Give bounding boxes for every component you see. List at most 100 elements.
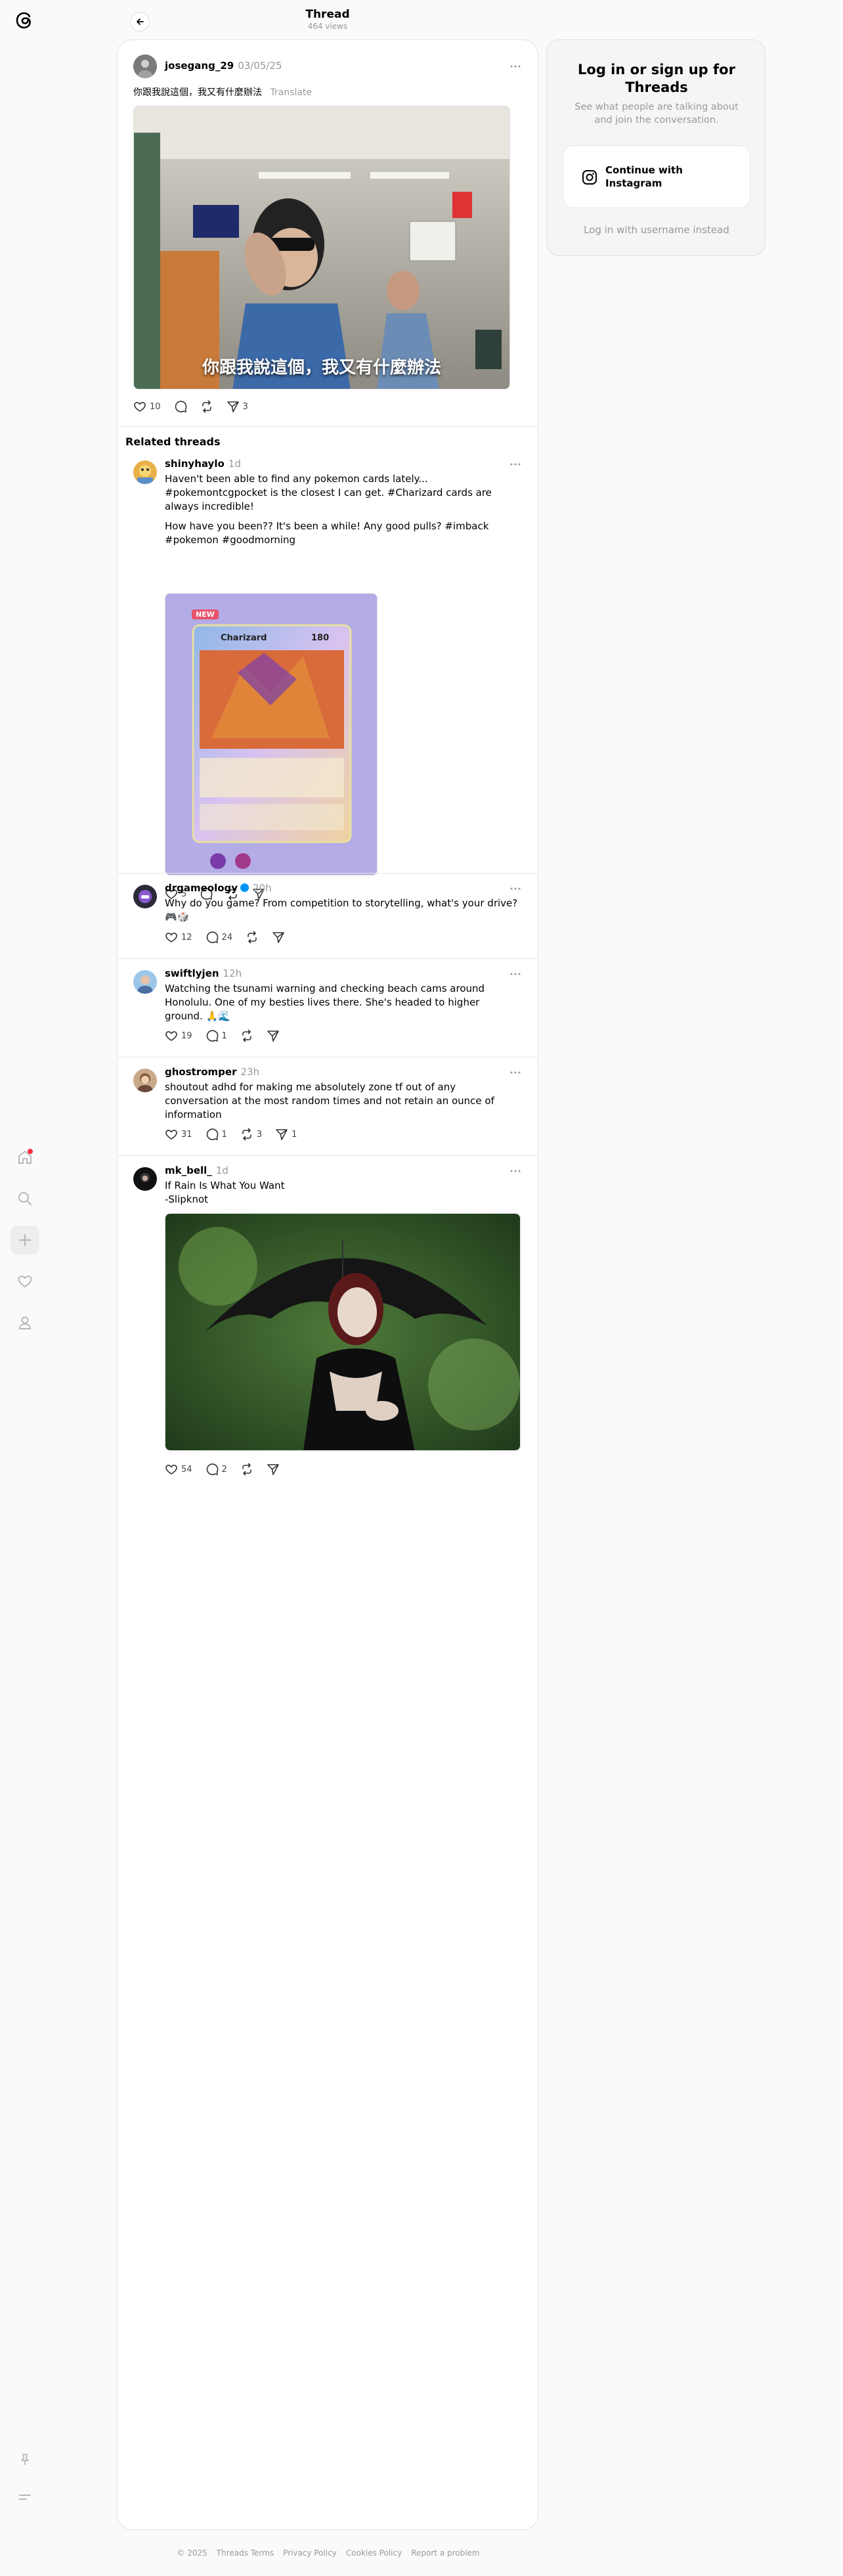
- share-button[interactable]: [272, 931, 285, 944]
- nav-activity-icon[interactable]: [11, 1267, 39, 1296]
- reply-button[interactable]: 1: [205, 1029, 227, 1042]
- post-text: 你跟我說這個，我又有什麼辦法: [133, 87, 262, 98]
- login-subtitle: See what people are talking about and jo…: [574, 102, 739, 125]
- divider: [118, 426, 538, 427]
- like-button[interactable]: 19: [165, 1029, 192, 1042]
- send-icon: [227, 401, 239, 412]
- more-options-icon[interactable]: [509, 1067, 522, 1078]
- translate-link[interactable]: Translate: [270, 87, 312, 98]
- share-button[interactable]: [267, 1463, 280, 1476]
- post-video[interactable]: 你跟我說這個，我又有什麼辦法: [133, 106, 510, 389]
- like-button[interactable]: 12: [165, 931, 192, 944]
- heart-icon: [134, 402, 146, 412]
- pin-icon[interactable]: [11, 2445, 39, 2474]
- reply-count: 24: [221, 932, 233, 943]
- repost-button[interactable]: [246, 931, 259, 944]
- avatar[interactable]: [133, 885, 157, 908]
- footer-link-cookies[interactable]: Cookies Policy: [346, 2548, 402, 2558]
- video-caption: 你跟我說這個，我又有什麼辦法: [202, 358, 441, 378]
- repost-count: 3: [256, 1129, 263, 1140]
- avatar[interactable]: [133, 970, 157, 994]
- list-item: drgameology 20h Why do you game? From com…: [118, 878, 538, 957]
- send-icon: [272, 932, 284, 943]
- more-options-icon[interactable]: [509, 969, 522, 979]
- copyright: © 2025: [177, 2548, 207, 2558]
- comment-icon: [206, 1030, 218, 1042]
- nav-profile-icon[interactable]: [11, 1308, 39, 1337]
- thread-header: Thread 464 views: [117, 8, 538, 38]
- username[interactable]: mk_bell_: [165, 1165, 212, 1176]
- login-title: Log in or sign up for Threads: [578, 62, 735, 95]
- card-name: Charizard: [221, 633, 267, 643]
- comment-icon: [206, 1463, 218, 1475]
- share-button[interactable]: 1: [275, 1128, 297, 1141]
- repost-button[interactable]: [240, 1463, 253, 1476]
- repost-icon: [242, 1029, 251, 1042]
- nav-search-icon[interactable]: [11, 1184, 39, 1213]
- more-options-icon[interactable]: [509, 1166, 522, 1176]
- heart-icon: [165, 1031, 177, 1041]
- like-button[interactable]: 31: [165, 1128, 192, 1141]
- reply-button[interactable]: [174, 400, 187, 413]
- post-text: shoutout adhd for making me absolutely z…: [165, 1081, 494, 1121]
- repost-icon: [242, 1128, 251, 1141]
- post-image[interactable]: [165, 1213, 521, 1451]
- menu-icon[interactable]: [11, 2483, 39, 2512]
- heart-icon: [165, 1465, 177, 1475]
- share-button[interactable]: [267, 1029, 280, 1042]
- like-button[interactable]: 54: [165, 1463, 192, 1476]
- username[interactable]: josegang_29: [165, 60, 234, 72]
- nav-home-icon[interactable]: [11, 1143, 39, 1172]
- username[interactable]: ghostromper: [165, 1066, 236, 1078]
- divider: [118, 1155, 538, 1156]
- more-options-icon[interactable]: [509, 459, 522, 470]
- login-panel: Log in or sign up for Threads See what p…: [546, 39, 766, 256]
- gothic-portrait-image: [165, 1214, 520, 1450]
- send-icon: [276, 1129, 288, 1140]
- list-item: swiftlyjen 12h Watching the tsunami warni…: [118, 964, 538, 1055]
- list-item: shinyhaylo 1d Haven't been able to find a…: [118, 454, 538, 914]
- video-frame-image: [134, 106, 509, 389]
- avatar[interactable]: [133, 55, 157, 78]
- reply-button[interactable]: 2: [205, 1463, 227, 1476]
- repost-button[interactable]: [200, 400, 213, 413]
- more-options-icon[interactable]: [509, 883, 522, 894]
- comment-icon: [175, 401, 186, 412]
- comment-icon: [206, 931, 218, 943]
- view-count: 464 views: [307, 22, 348, 31]
- avatar[interactable]: [133, 1167, 157, 1191]
- repost-button[interactable]: [240, 1029, 253, 1042]
- like-count: 19: [181, 1031, 192, 1041]
- username[interactable]: shinyhaylo: [165, 458, 225, 470]
- post-image[interactable]: NEW Charizard 180: [165, 593, 378, 876]
- threads-logo-icon[interactable]: [12, 9, 36, 32]
- card-hp: 180: [311, 633, 330, 643]
- reply-button[interactable]: 1: [205, 1128, 227, 1141]
- username-login-link[interactable]: Log in with username instead: [547, 224, 766, 236]
- username[interactable]: swiftlyjen: [165, 967, 219, 979]
- footer-link-terms[interactable]: Threads Terms: [217, 2548, 274, 2558]
- related-threads-heading: Related threads: [125, 435, 221, 448]
- more-options-icon[interactable]: [509, 61, 522, 72]
- nav-create-icon[interactable]: [11, 1226, 39, 1255]
- avatar[interactable]: [133, 1069, 157, 1092]
- reply-button[interactable]: 24: [205, 931, 233, 944]
- pokemon-card-image: [165, 594, 377, 875]
- post-time: 23h: [240, 1066, 260, 1078]
- like-button[interactable]: 10: [133, 400, 161, 413]
- instagram-icon: [582, 170, 597, 185]
- repost-button[interactable]: 3: [240, 1128, 262, 1141]
- continue-with-instagram-button[interactable]: Continue with Instagram: [563, 145, 750, 208]
- repost-icon: [248, 931, 257, 944]
- post-actions: 10 3: [133, 400, 248, 413]
- list-item: ghostromper 23h shoutout adhd for making …: [118, 1062, 538, 1154]
- post-actions: 12 24: [165, 931, 285, 944]
- avatar[interactable]: [133, 460, 157, 484]
- share-button[interactable]: 3: [227, 400, 248, 413]
- footer-link-privacy[interactable]: Privacy Policy: [283, 2548, 337, 2558]
- page-title: Thread: [305, 8, 350, 21]
- username[interactable]: drgameology: [165, 882, 238, 894]
- footer-link-report[interactable]: Report a problem: [411, 2548, 479, 2558]
- post-time: 12h: [223, 967, 242, 979]
- sidebar: [0, 0, 50, 2576]
